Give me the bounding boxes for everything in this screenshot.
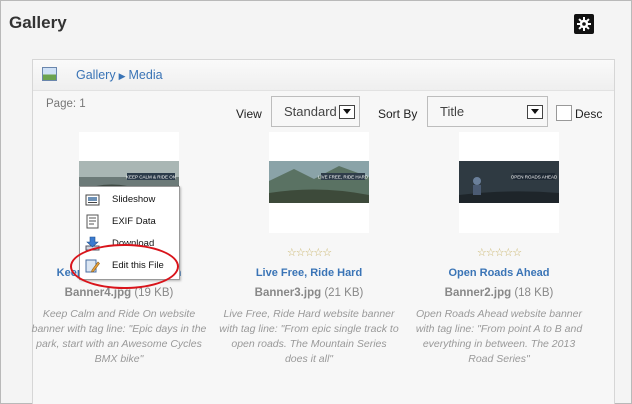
- exif-data-icon: [85, 214, 100, 229]
- item-filesize: (18 KB): [514, 287, 554, 299]
- sort-by-select[interactable]: Title: [427, 96, 548, 127]
- menu-item-label: Slideshow: [112, 194, 156, 205]
- breadcrumb-links: Gallery ▶ Media: [76, 68, 163, 82]
- view-select-value: Standard: [284, 104, 337, 119]
- item-filename: Banner2.jpg: [444, 287, 512, 299]
- item-filesize: (21 KB): [324, 287, 364, 299]
- chevron-down-icon[interactable]: [527, 105, 543, 119]
- desc-label: Desc: [575, 107, 603, 121]
- item-title-link[interactable]: Open Roads Ahead: [409, 267, 589, 279]
- item-title-link[interactable]: Live Free, Ride Hard: [219, 267, 399, 279]
- gallery-module: Gallery Gallery ▶ Media Page: 1 View Sta…: [0, 0, 632, 404]
- menu-item-label: EXIF Data: [112, 216, 156, 227]
- page-title: Gallery: [9, 13, 67, 32]
- breadcrumb: Gallery ▶ Media: [33, 60, 614, 91]
- thumbnail-frame[interactable]: LIVE FREE, RIDE HARD: [269, 132, 369, 233]
- item-description: Open Roads Ahead website banner with tag…: [415, 308, 583, 365]
- thumbnail-image[interactable]: LIVE FREE, RIDE HARD: [269, 161, 369, 203]
- view-label: View: [236, 107, 262, 121]
- item-file: Banner2.jpg (18 KB): [409, 287, 589, 299]
- highlight-ellipse: [70, 244, 179, 289]
- breadcrumb-media-link[interactable]: Media: [129, 68, 163, 82]
- page-info: Page: 1: [46, 98, 86, 110]
- view-select[interactable]: Standard: [271, 96, 360, 127]
- slideshow-icon: [85, 192, 100, 207]
- gear-icon-glyph: [577, 17, 591, 31]
- item-filesize: (19 KB): [134, 287, 174, 299]
- sort-by-select-value: Title: [440, 104, 465, 119]
- image-icon: [42, 67, 57, 81]
- item-description: Keep Calm and Ride On website banner wit…: [31, 308, 207, 365]
- chevron-down-icon[interactable]: [339, 105, 355, 119]
- desc-checkbox[interactable]: [556, 105, 572, 121]
- thumbnail-image[interactable]: OPEN ROADS AHEAD: [459, 161, 559, 203]
- menu-item-slideshow[interactable]: Slideshow: [80, 189, 179, 211]
- thumbnail-tagline: KEEP CALM & RIDE ON: [126, 175, 176, 180]
- rating-stars[interactable]: ☆☆☆☆☆: [219, 246, 399, 259]
- thumbnail-tagline: OPEN ROADS AHEAD: [511, 175, 558, 180]
- sort-by-label: Sort By: [378, 107, 418, 121]
- breadcrumb-separator-icon: ▶: [118, 71, 126, 81]
- rating-stars[interactable]: ☆☆☆☆☆: [409, 246, 589, 259]
- item-filename: Banner3.jpg: [254, 287, 322, 299]
- item-file: Banner3.jpg (21 KB): [219, 287, 399, 299]
- breadcrumb-gallery-link[interactable]: Gallery: [76, 68, 116, 82]
- gear-icon[interactable]: [574, 14, 594, 34]
- gallery-panel: Gallery ▶ Media Page: 1 View Standard Sort…: [32, 59, 615, 404]
- item-description: Live Free, Ride Hard website banner with…: [219, 308, 399, 365]
- thumbnail-frame[interactable]: OPEN ROADS AHEAD: [459, 132, 559, 233]
- thumbnail-tagline: LIVE FREE, RIDE HARD: [318, 175, 369, 180]
- menu-item-exif-data[interactable]: EXIF Data: [80, 211, 179, 233]
